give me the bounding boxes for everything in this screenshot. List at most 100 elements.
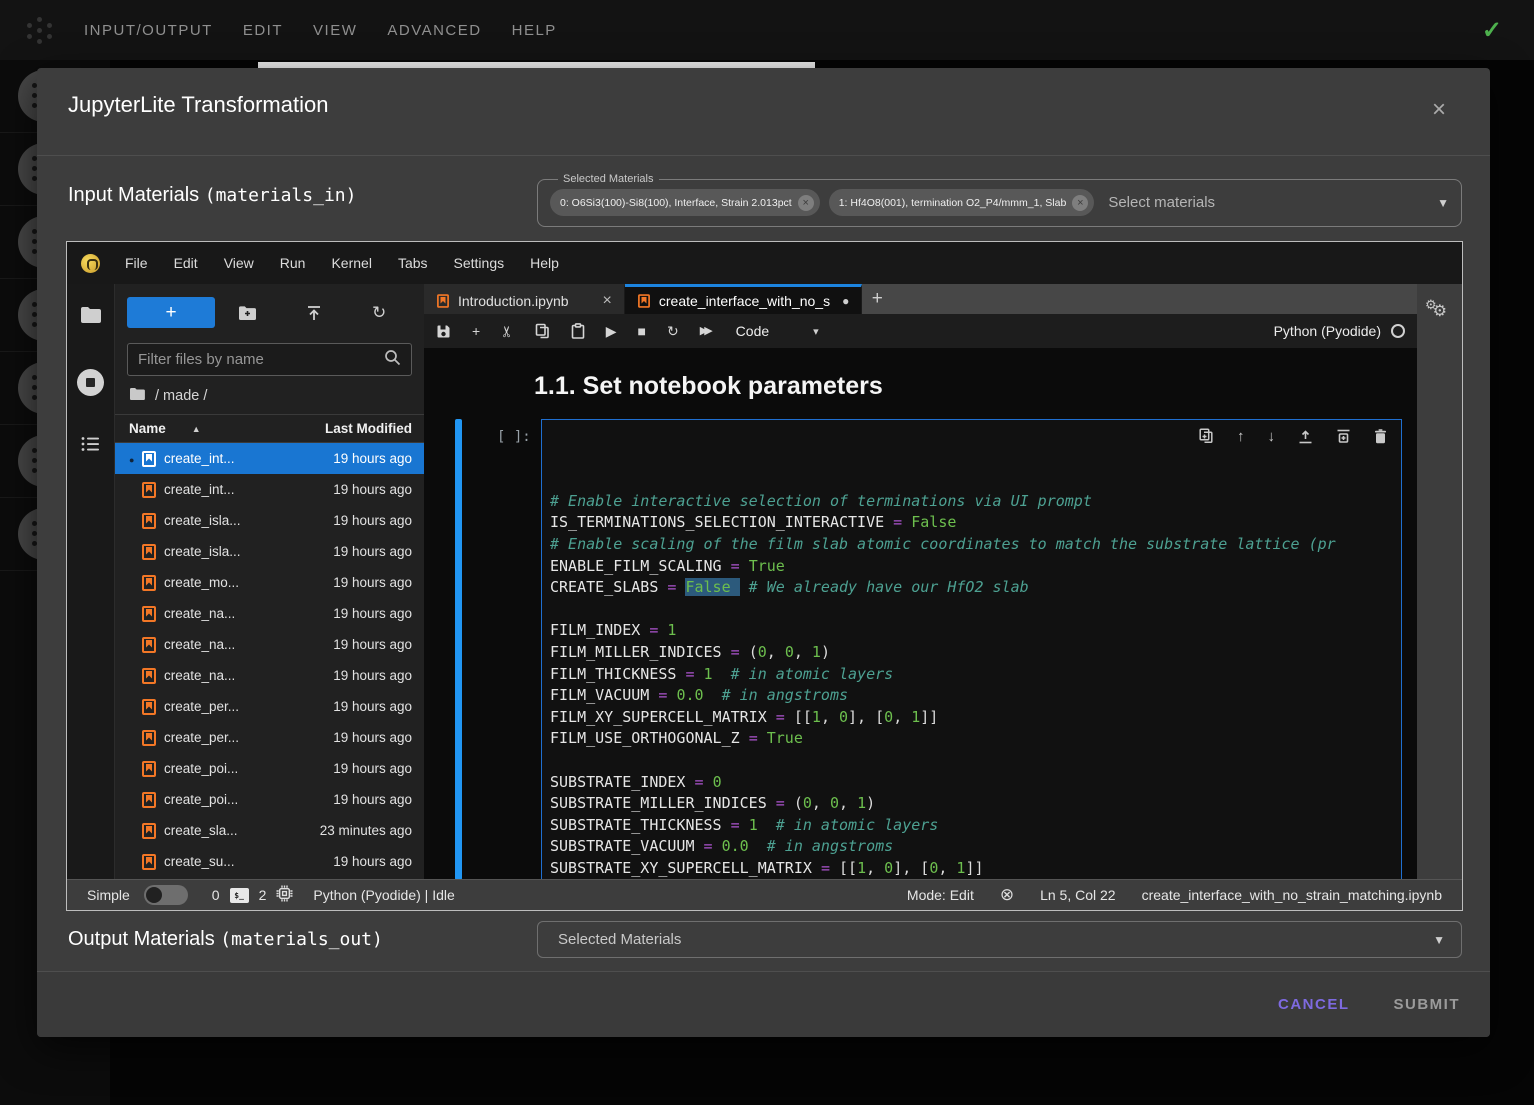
lab-menu-item[interactable]: Run (267, 255, 319, 271)
paste-cells-icon[interactable] (571, 323, 585, 339)
chevron-down-icon[interactable]: ▼ (1437, 196, 1449, 210)
kernel-status-icon[interactable] (1391, 324, 1405, 338)
cell-toolbar: ↑ ↓ (1199, 428, 1387, 444)
notebook-tab[interactable]: create_interface_with_no_s × ● (625, 284, 862, 314)
cancel-button[interactable]: CANCEL (1278, 996, 1350, 1013)
file-row[interactable]: ● create_na... 19 hours ago (115, 629, 424, 660)
lab-menu-item[interactable]: Help (517, 255, 572, 271)
notebook-icon (638, 294, 650, 308)
kernel-status-text[interactable]: Python (Pyodide) | Idle (313, 887, 454, 903)
app-menu-item[interactable]: INPUT/OUTPUT (84, 22, 213, 39)
breadcrumb-path: / made / (155, 388, 207, 404)
lab-menu-item[interactable]: Edit (161, 255, 211, 271)
upload-icon[interactable] (281, 303, 347, 323)
output-materials-select[interactable]: Selected Materials ▼ (537, 921, 1462, 958)
lab-menu-item[interactable]: File (112, 255, 161, 271)
cell-type-select[interactable]: Code ▾ (736, 323, 819, 339)
file-row[interactable]: ● create_sla... 23 minutes ago (115, 815, 424, 846)
file-row[interactable]: ● create_su... 19 hours ago (115, 846, 424, 877)
filter-files-input[interactable] (138, 351, 384, 368)
chip-close-icon[interactable]: × (1072, 195, 1088, 211)
select-materials-placeholder: Select materials (1108, 194, 1215, 211)
file-row[interactable]: ● create_poi... 19 hours ago (115, 784, 424, 815)
save-icon[interactable] (436, 323, 451, 339)
new-folder-icon[interactable] (215, 303, 281, 323)
modal-right-strip: ⚙⚙ (1417, 284, 1462, 879)
column-header-name[interactable]: Name ▲ (129, 421, 201, 436)
app-menu-item[interactable]: EDIT (243, 22, 283, 39)
copy-cells-icon[interactable] (535, 323, 550, 339)
lab-activity-bar (67, 284, 115, 879)
app-menu-item[interactable]: ADVANCED (387, 22, 481, 39)
refresh-icon[interactable]: ↻ (346, 303, 412, 323)
notebook-content[interactable]: 1.1. Set notebook parameters [ ]: # Enab… (424, 348, 1417, 879)
new-launcher-button[interactable]: + (127, 297, 215, 328)
chevron-down-icon[interactable]: ▼ (1433, 933, 1445, 947)
file-row[interactable]: ● create_mo... 19 hours ago (115, 567, 424, 598)
lab-menu-item[interactable]: Settings (441, 255, 518, 271)
file-row[interactable]: ● create_na... 19 hours ago (115, 660, 424, 691)
settings-gears-icon[interactable]: ⚙⚙ (1425, 298, 1451, 318)
file-row[interactable]: ● create_int... 19 hours ago (115, 474, 424, 505)
lab-menu-item[interactable]: View (211, 255, 267, 271)
material-chip[interactable]: 0: O6Si3(100)-Si8(100), Interface, Strai… (550, 189, 820, 216)
file-row[interactable]: ● create_per... 19 hours ago (115, 691, 424, 722)
code-line: SUBSTRATE_VACUUM = 0.0 # in angstroms (550, 836, 1401, 858)
restart-kernel-icon[interactable]: ↻ (667, 324, 679, 338)
home-folder-icon[interactable] (129, 387, 146, 405)
app-menu-item[interactable]: HELP (512, 22, 557, 39)
file-row[interactable]: ● create_isla... 19 hours ago (115, 536, 424, 567)
run-cell-icon[interactable]: ▶ (606, 324, 617, 338)
output-materials-code: (materials_out) (220, 929, 383, 950)
column-header-last-modified[interactable]: Last Modified (325, 421, 412, 436)
lab-statusbar: Simple 0 $_ 2 Python (Pyodide) | Idle Mo… (67, 879, 1462, 910)
insert-cell-below-icon[interactable] (1336, 428, 1351, 444)
running-sessions-icon[interactable] (77, 369, 104, 396)
file-row[interactable]: ● create_per... 19 hours ago (115, 722, 424, 753)
kernels-count[interactable]: 2 (259, 887, 267, 903)
app-logo-icon[interactable] (24, 15, 54, 45)
terminals-count[interactable]: 0 (212, 887, 220, 903)
new-tab-icon[interactable]: + (862, 284, 892, 314)
not-trusted-icon[interactable]: ⊗ (1000, 885, 1014, 905)
restart-run-all-icon[interactable]: ▶▶ (700, 326, 709, 337)
notebook-tab[interactable]: Introduction.ipynb × ● (424, 284, 625, 314)
stop-kernel-icon[interactable]: ■ (638, 324, 646, 338)
cut-cells-icon[interactable]: ✂ (500, 325, 515, 338)
sort-asc-icon: ▲ (192, 424, 201, 434)
kernel-name[interactable]: Python (Pyodide) (1274, 323, 1381, 339)
file-modified: 19 hours ago (333, 482, 412, 497)
editor-mode[interactable]: Mode: Edit (907, 887, 974, 903)
file-browser-icon[interactable] (80, 306, 102, 329)
insert-cell-above-icon[interactable] (1298, 428, 1313, 444)
file-row[interactable]: ● create_na... 19 hours ago (115, 598, 424, 629)
delete-cell-icon[interactable] (1374, 428, 1387, 444)
chip-close-icon[interactable]: × (798, 195, 814, 211)
tab-close-icon[interactable]: × (603, 292, 612, 310)
tab-bar: Introduction.ipynb × ● create_interface_… (424, 284, 1417, 314)
lab-menu-item[interactable]: Kernel (318, 255, 384, 271)
submit-button[interactable]: SUBMIT (1394, 996, 1461, 1013)
selected-materials-field[interactable]: Selected Materials 0: O6Si3(100)-Si8(100… (537, 173, 1462, 227)
notebook-icon (142, 854, 156, 870)
move-cell-down-icon[interactable]: ↓ (1268, 429, 1276, 444)
material-chip[interactable]: 1: Hf4O8(001), termination O2_P4/mmm_1, … (829, 189, 1095, 216)
close-icon[interactable]: × (1432, 98, 1446, 122)
simple-mode-toggle[interactable] (144, 885, 188, 905)
input-materials-label: Input Materials (materials_in) (68, 184, 356, 207)
cursor-position[interactable]: Ln 5, Col 22 (1040, 887, 1116, 903)
table-of-contents-icon[interactable] (81, 436, 101, 457)
breadcrumb[interactable]: / made / (115, 376, 424, 414)
code-editor[interactable]: # Enable interactive selection of termin… (541, 419, 1402, 879)
statusbar-filename: create_interface_with_no_strain_matching… (1142, 887, 1442, 903)
open-file-dot-icon: ● (129, 455, 134, 465)
file-row[interactable]: ● create_isla... 19 hours ago (115, 505, 424, 536)
add-cell-icon[interactable]: + (472, 324, 480, 338)
app-menu-item[interactable]: VIEW (313, 22, 357, 39)
file-row[interactable]: ● create_int... 19 hours ago (115, 443, 424, 474)
move-cell-up-icon[interactable]: ↑ (1237, 429, 1245, 444)
lab-menu-item[interactable]: Tabs (385, 255, 441, 271)
cell-collapser[interactable] (455, 419, 462, 879)
duplicate-cell-icon[interactable] (1199, 428, 1214, 444)
file-row[interactable]: ● create_poi... 19 hours ago (115, 753, 424, 784)
